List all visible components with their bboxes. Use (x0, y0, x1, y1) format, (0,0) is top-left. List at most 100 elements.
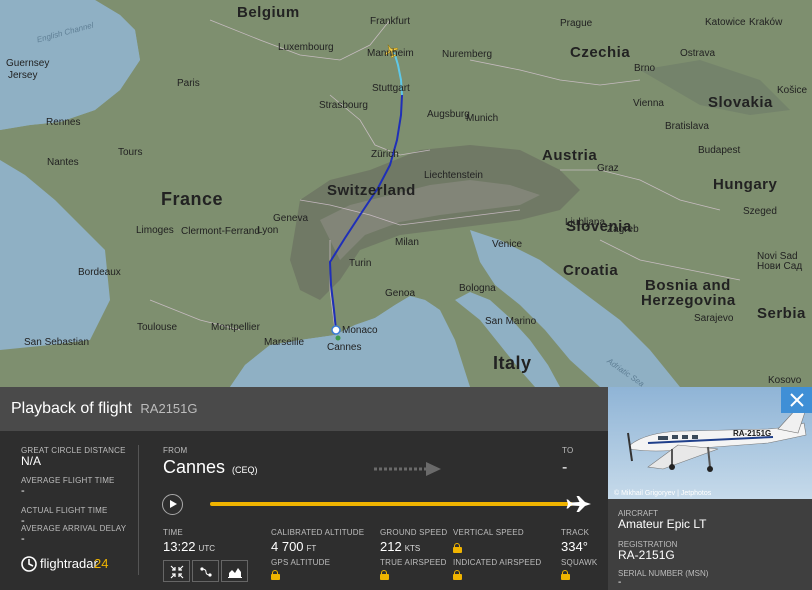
registration-value: RA-2151G (618, 548, 675, 562)
photo-credit: © Mikhail Grigoryev | Jetphotos (614, 490, 712, 497)
indicated-airspeed-label: INDICATED AIRSPEED (453, 558, 542, 567)
map-city-ostrava: Ostrava (680, 48, 716, 59)
map-label-austria: Austria (542, 147, 598, 164)
track-value: 334° (561, 539, 588, 554)
great-circle-value: N/A (21, 454, 42, 468)
avg-flight-value: - (21, 485, 25, 497)
aircraft-value: Amateur Epic LT (618, 517, 707, 531)
to-value: - (562, 459, 568, 476)
map-city-geneva: Geneva (273, 213, 309, 224)
panel-header: Playback of flight RA2151G (0, 387, 608, 431)
map-label-belgium: Belgium (237, 4, 300, 21)
radar-icon (21, 556, 37, 572)
true-airspeed-label: TRUE AIRSPEED (380, 558, 447, 567)
map-label-liechtenstein: Liechtenstein (424, 170, 483, 181)
gps-altitude-lock-icon[interactable] (271, 570, 280, 580)
flight-map[interactable]: Belgium Czechia Slovakia Austria Hungary… (0, 0, 812, 387)
playback-aircraft-icon[interactable] (565, 493, 593, 515)
route-icon (200, 567, 212, 577)
playback-progress-bar[interactable] (210, 502, 573, 506)
graph-button[interactable] (221, 560, 248, 582)
actual-flight-label: ACTUAL FLIGHT TIME (21, 506, 108, 515)
map-label-switzerland: Switzerland (327, 182, 416, 199)
map-city-clermont-ferrand: Clermont-Ferrand (181, 226, 260, 237)
map-city-brno: Brno (634, 63, 656, 74)
map-city-marseille: Marseille (264, 337, 305, 348)
map-city-toulouse: Toulouse (137, 322, 178, 333)
map-city-tours: Tours (118, 147, 143, 158)
map-label-serbia: Serbia (757, 305, 806, 322)
logo-text: flightradar (40, 556, 98, 571)
map-label-san-marino: San Marino (485, 316, 537, 327)
map-city-krakow: Kraków (749, 17, 783, 28)
squawk-lock-icon[interactable] (561, 570, 570, 580)
close-button[interactable] (781, 387, 812, 413)
map-label-monaco: Monaco (342, 325, 378, 336)
map-city-novi-sad-cyr: Нови Сад (757, 261, 803, 272)
map-label-czechia: Czechia (570, 44, 631, 61)
map-city-lyon: Lyon (257, 225, 279, 236)
map-city-munich: Munich (466, 113, 499, 124)
map-city-san-sebastian: San Sebastian (24, 337, 90, 348)
play-button[interactable] (162, 494, 183, 515)
indicated-airspeed-lock-icon[interactable] (453, 570, 462, 580)
aircraft-photo[interactable]: RA-2151G © Mikhail Grigoryev | Jetphotos (608, 387, 812, 499)
map-city-nuremberg: Nuremberg (442, 49, 493, 60)
panel-title-registration: RA2151G (140, 401, 198, 416)
map-city-sarajevo: Sarajevo (694, 313, 734, 324)
track-label: TRACK (561, 528, 590, 537)
map-city-montpellier: Montpellier (211, 322, 260, 333)
time-value: 13:22 UTC (163, 539, 215, 554)
map-city-venice: Venice (492, 239, 523, 250)
route-button[interactable] (192, 560, 219, 582)
map-city-zagreb: Zagreb (607, 224, 639, 235)
squawk-label: SQUAWK (561, 558, 598, 567)
panel-title-text: Playback of flight (11, 400, 132, 417)
map-city-katowice: Katowice (705, 17, 746, 28)
map-city-cannes: Cannes (327, 342, 362, 353)
panel-title: Playback of flight RA2151G (11, 400, 198, 418)
map-city-kosice: Košice (777, 85, 808, 96)
map-city-bratislava: Bratislava (665, 121, 709, 132)
map-label-france: France (161, 189, 224, 209)
photo-registration: RA-2151G (733, 429, 772, 438)
map-city-stuttgart: Stuttgart (372, 83, 410, 94)
logo-number: 24 (94, 556, 109, 571)
map-city-milan: Milan (395, 237, 419, 248)
avg-flight-label: AVERAGE FLIGHT TIME (21, 476, 115, 485)
map-city-limoges: Limoges (136, 225, 174, 236)
map-city-turin: Turin (349, 258, 372, 269)
serial-number-value: - (618, 577, 622, 588)
map-label-slovakia: Slovakia (708, 94, 773, 111)
serial-number-label: SERIAL NUMBER (MSN) (618, 569, 709, 578)
calibrated-altitude-label: CALIBRATED ALTITUDE (271, 528, 365, 537)
calibrated-altitude-value: 4 700 FT (271, 539, 317, 554)
map-city-kosovo: Kosovo (768, 375, 802, 386)
gps-altitude-label: GPS ALTITUDE (271, 558, 331, 567)
map-city-genoa: Genoa (385, 288, 416, 299)
time-label: TIME (163, 528, 183, 537)
aircraft-info-panel: RA-2151G © Mikhail Grigoryev | Jetphotos… (608, 387, 812, 590)
map-label-bosnia-line2: Herzegovina (641, 292, 736, 309)
direction-arrow-icon (374, 462, 441, 476)
map-city-paris: Paris (177, 78, 200, 89)
to-label: TO (562, 446, 574, 455)
vertical-speed-label: VERTICAL SPEED (453, 528, 524, 537)
map-label-croatia: Croatia (563, 262, 619, 279)
vertical-speed-lock-icon[interactable] (453, 543, 462, 553)
map-city-bologna: Bologna (459, 283, 496, 294)
map-city-vienna: Vienna (633, 98, 664, 109)
map-city-prague: Prague (560, 18, 593, 29)
avg-arrival-label: AVERAGE ARRIVAL DELAY (21, 524, 127, 533)
map-label-italy: Italy (493, 353, 532, 373)
map-city-budapest: Budapest (698, 145, 741, 156)
map-city-guernsey: Guernsey (6, 58, 50, 69)
from-label: FROM (163, 446, 188, 455)
map-city-ljubljana: Ljubljana (565, 217, 606, 228)
map-city-graz: Graz (597, 163, 619, 174)
fullscreen-button[interactable] (163, 560, 190, 582)
flight-playback-panel: Playback of flight RA2151G GREAT CIRCLE … (0, 387, 608, 590)
true-airspeed-lock-icon[interactable] (380, 570, 389, 580)
avg-arrival-value: - (21, 533, 25, 545)
map-label-hungary: Hungary (713, 176, 778, 193)
